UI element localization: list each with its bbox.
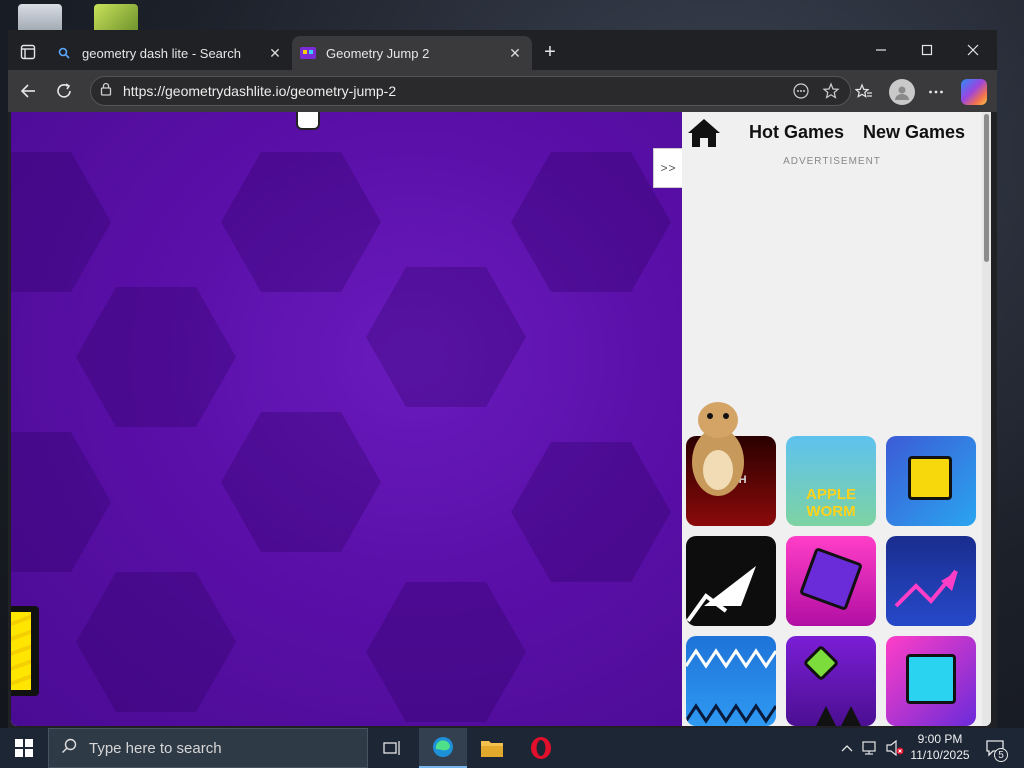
- close-window-button[interactable]: [950, 36, 996, 64]
- tab-title: geometry dash lite - Search: [82, 45, 241, 61]
- new-tab-button[interactable]: +: [538, 40, 562, 64]
- refresh-button[interactable]: [52, 79, 76, 103]
- file-explorer-icon[interactable]: [468, 728, 516, 768]
- advertisement-label: ADVERTISEMENT: [783, 156, 881, 167]
- clock-time: 9:00 PM: [917, 732, 963, 746]
- game-thumb[interactable]: APPLE WORM: [786, 436, 876, 526]
- notification-count-badge: 5: [994, 748, 1008, 762]
- game-thumb[interactable]: [886, 636, 976, 726]
- scrollbar-thumb[interactable]: [984, 114, 989, 262]
- sidebar-toggle-button[interactable]: >>: [653, 148, 683, 188]
- volume-muted-icon[interactable]: [884, 728, 906, 768]
- address-bar-row: https://geometrydashlite.io/geometry-jum…: [8, 70, 997, 112]
- tab-search[interactable]: geometry dash lite - Search ✕: [48, 36, 292, 70]
- player-cube: [296, 112, 320, 130]
- settings-menu-icon[interactable]: [923, 79, 949, 105]
- game-obstacle: [11, 606, 39, 696]
- favorites-icon[interactable]: [851, 79, 877, 105]
- more-actions-icon[interactable]: [790, 80, 812, 102]
- tab-geometry-jump[interactable]: Geometry Jump 2 ✕: [292, 36, 532, 70]
- taskbar: Type here to search 9:00 PM 11/10/2025 5: [0, 728, 1024, 768]
- copilot-icon[interactable]: [961, 79, 987, 105]
- edge-taskbar-icon[interactable]: [419, 728, 467, 768]
- windows-start-button[interactable]: [0, 728, 48, 768]
- close-tab-icon[interactable]: ✕: [266, 44, 284, 62]
- game-favicon-icon: [300, 45, 316, 61]
- sidebar: Hot Games New Games ADVERTISEMENT DASH A…: [682, 112, 982, 726]
- minimize-button[interactable]: [858, 36, 904, 64]
- taskbar-search-box[interactable]: Type here to search: [48, 728, 368, 768]
- url-text: https://geometrydashlite.io/geometry-jum…: [123, 83, 397, 99]
- page-scrollbar[interactable]: [982, 112, 991, 726]
- game-canvas[interactable]: [11, 112, 682, 726]
- game-thumb[interactable]: [786, 536, 876, 626]
- clock-date: 11/10/2025: [910, 748, 970, 762]
- tab-actions-icon[interactable]: [16, 40, 40, 64]
- game-thumb[interactable]: [686, 636, 776, 726]
- url-field[interactable]: https://geometrydashlite.io/geometry-jum…: [90, 76, 851, 106]
- game-thumb[interactable]: [786, 636, 876, 726]
- nav-hot-games[interactable]: Hot Games: [749, 122, 844, 143]
- tab-title: Geometry Jump 2: [326, 45, 430, 61]
- notification-center-icon[interactable]: 5: [980, 728, 1010, 768]
- game-thumb[interactable]: [886, 436, 976, 526]
- network-icon[interactable]: [860, 728, 882, 768]
- favorite-star-icon[interactable]: [820, 80, 842, 102]
- hamster-mascot: [688, 400, 748, 500]
- bing-search-icon: [56, 45, 72, 61]
- maximize-button[interactable]: [904, 36, 950, 64]
- show-hidden-icons[interactable]: [838, 728, 856, 768]
- search-placeholder: Type here to search: [89, 739, 222, 757]
- opera-icon[interactable]: [517, 728, 565, 768]
- nav-new-games[interactable]: New Games: [863, 122, 965, 143]
- system-clock[interactable]: 9:00 PM 11/10/2025: [906, 731, 974, 763]
- site-info-lock-icon[interactable]: [99, 82, 113, 101]
- close-tab-icon[interactable]: ✕: [506, 44, 524, 62]
- game-thumb[interactable]: [686, 536, 776, 626]
- browser-window: geometry dash lite - Search ✕ Geometry J…: [8, 30, 997, 728]
- home-icon[interactable]: [686, 116, 722, 150]
- back-button[interactable]: [16, 79, 40, 103]
- web-content: >> Hot Games New Games ADVERTISEMENT DAS…: [11, 112, 991, 726]
- task-view-icon[interactable]: [368, 728, 416, 768]
- search-icon: [61, 738, 77, 758]
- profile-avatar[interactable]: [889, 79, 915, 105]
- tab-bar: geometry dash lite - Search ✕ Geometry J…: [8, 30, 997, 70]
- game-thumb[interactable]: [886, 536, 976, 626]
